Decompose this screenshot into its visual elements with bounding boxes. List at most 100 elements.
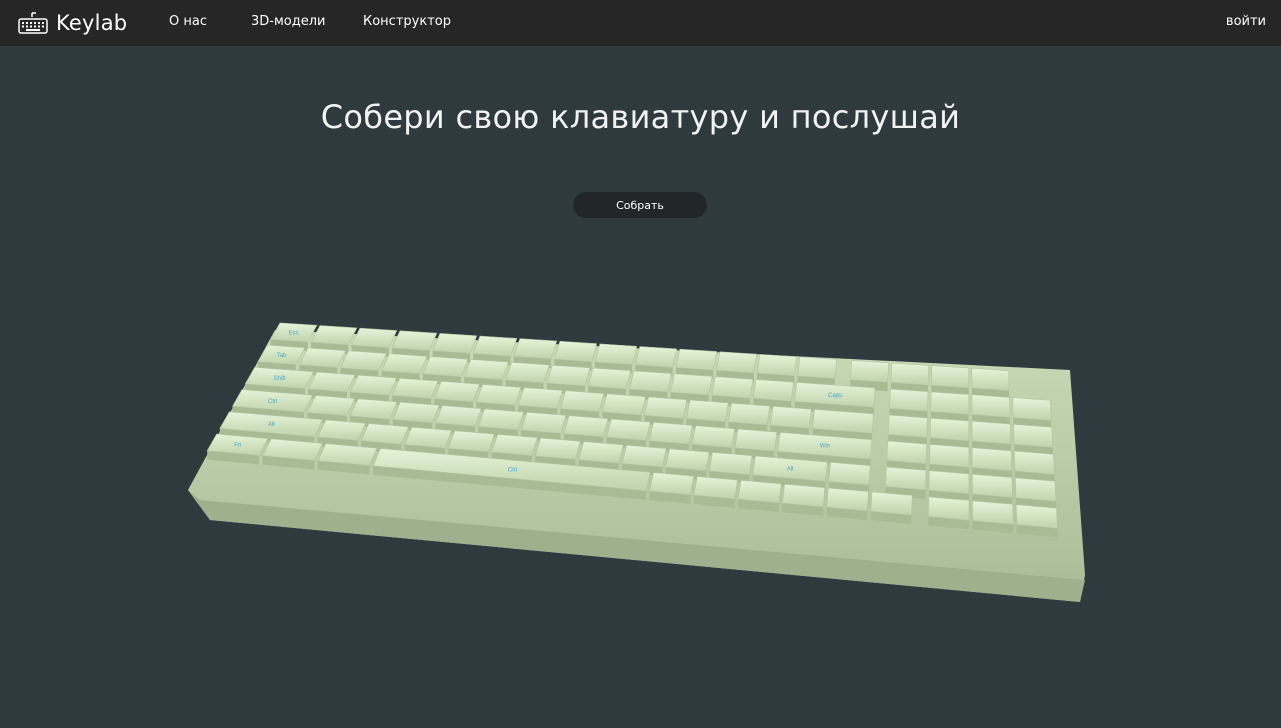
nav-link-3d-models[interactable]: 3D-модели	[251, 14, 325, 29]
keycap-legend: Alt	[268, 422, 275, 428]
keycap[interactable]	[546, 364, 591, 387]
keycap[interactable]	[737, 480, 782, 504]
keycap[interactable]	[928, 496, 970, 521]
keycap[interactable]	[477, 408, 524, 431]
keycap[interactable]	[391, 330, 438, 351]
keycap[interactable]	[929, 444, 970, 468]
keycap[interactable]	[317, 419, 366, 441]
keycap[interactable]	[929, 417, 970, 442]
keycap[interactable]	[621, 444, 667, 468]
keycap[interactable]	[602, 393, 646, 416]
nav-link-about[interactable]: О нас	[169, 14, 207, 29]
keycap[interactable]	[716, 351, 758, 374]
keycap[interactable]	[447, 430, 495, 453]
keycap[interactable]	[890, 362, 929, 386]
keycap[interactable]	[870, 491, 913, 516]
keycap[interactable]	[752, 379, 794, 402]
keycap[interactable]	[491, 434, 538, 456]
keycap[interactable]	[770, 405, 812, 429]
keycap-legend: Ctrl	[268, 399, 277, 405]
keycap[interactable]	[972, 500, 1014, 525]
keycap[interactable]	[307, 371, 356, 393]
keycap[interactable]	[887, 414, 928, 438]
keycap[interactable]	[517, 387, 563, 409]
keycap[interactable]	[708, 452, 753, 475]
keycap[interactable]	[826, 487, 869, 512]
keycap[interactable]	[433, 381, 480, 403]
keycap[interactable]	[649, 472, 695, 496]
keycap[interactable]	[520, 411, 567, 434]
keycap-legend: Esc	[289, 330, 299, 336]
keycap[interactable]	[475, 384, 522, 406]
keycap[interactable]	[1012, 397, 1052, 421]
keycap[interactable]	[404, 426, 452, 449]
keycap[interactable]	[728, 402, 771, 426]
keycap[interactable]	[670, 373, 713, 396]
keycap[interactable]	[849, 360, 889, 383]
keycap[interactable]	[1015, 504, 1058, 529]
keycap[interactable]	[686, 399, 729, 423]
keycap[interactable]	[606, 418, 651, 441]
build-button[interactable]: Собрать	[573, 192, 707, 218]
keycap[interactable]	[734, 428, 778, 452]
keycap[interactable]	[563, 415, 609, 438]
keycap[interactable]	[971, 420, 1012, 445]
keycap[interactable]	[971, 394, 1011, 418]
keycap[interactable]	[553, 340, 598, 363]
keycap-legend: Alt	[787, 467, 794, 473]
hero-title: Собери свою клавиатуру и послушай	[320, 98, 961, 136]
keycap[interactable]	[306, 395, 356, 417]
keycap[interactable]	[381, 353, 428, 375]
keycap[interactable]	[339, 350, 387, 371]
keycap[interactable]	[971, 447, 1012, 472]
keycap[interactable]	[463, 359, 509, 381]
keycap[interactable]	[1014, 450, 1055, 475]
keycap[interactable]	[360, 423, 409, 445]
keycap[interactable]	[392, 401, 440, 424]
keycap[interactable]	[422, 356, 469, 378]
keycap[interactable]	[349, 398, 398, 420]
keycap[interactable]	[693, 476, 738, 500]
keycap[interactable]	[587, 367, 632, 390]
keycap[interactable]	[972, 473, 1013, 498]
keycap[interactable]	[649, 422, 693, 445]
keycap[interactable]	[797, 356, 837, 379]
keycap[interactable]	[971, 367, 1010, 391]
keycap[interactable]	[756, 354, 798, 377]
keycap[interactable]	[310, 325, 358, 346]
keycap[interactable]	[578, 441, 624, 464]
keycap[interactable]	[349, 374, 397, 396]
keyboard-render: Esc Tab Caps Shift Ctrl Win Alt Alt Fn Ctrl	[188, 322, 1085, 602]
keycap[interactable]	[559, 390, 605, 413]
login-link[interactable]: войти	[1226, 14, 1266, 29]
keycap[interactable]	[691, 425, 735, 448]
keycap[interactable]	[391, 377, 439, 399]
keycap[interactable]	[931, 365, 969, 389]
keyboard-3d-model[interactable]: Esc Tab Caps Shift Ctrl Win Alt Alt Fn Ctrl	[180, 310, 1100, 610]
keycap[interactable]	[889, 388, 929, 412]
keycap[interactable]	[928, 470, 970, 495]
keycap[interactable]	[665, 448, 710, 472]
keycap[interactable]	[534, 437, 581, 460]
keycap[interactable]	[435, 405, 482, 427]
keycap[interactable]	[782, 483, 826, 508]
nav-link-constructor[interactable]: Конструктор	[363, 14, 451, 29]
keycap[interactable]	[432, 333, 478, 354]
keycap[interactable]	[513, 338, 558, 360]
keycap[interactable]	[1015, 477, 1057, 502]
keycap[interactable]	[472, 335, 518, 357]
keycap[interactable]	[711, 376, 754, 399]
keycap[interactable]	[594, 343, 638, 365]
keycap[interactable]	[629, 370, 672, 393]
keycap[interactable]	[828, 462, 871, 486]
keycap[interactable]	[635, 346, 678, 368]
keycap[interactable]	[505, 362, 550, 384]
keycap[interactable]	[885, 466, 927, 491]
keycap[interactable]	[644, 396, 688, 419]
keycap[interactable]	[886, 440, 927, 465]
keycap[interactable]	[1013, 424, 1054, 448]
keycap[interactable]	[930, 391, 970, 415]
keycap[interactable]	[351, 327, 398, 349]
keycap-legend: Tab	[277, 353, 287, 359]
keycap[interactable]	[675, 348, 718, 371]
